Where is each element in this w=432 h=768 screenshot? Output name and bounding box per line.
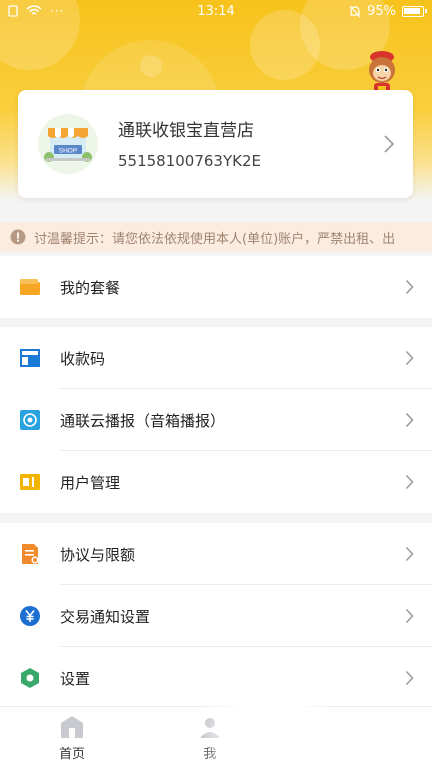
notice-text: 讨温馨提示：请您依法依规使用本人(单位)账户，严禁出租、出 [34,231,396,247]
chevron-right-icon [405,279,414,295]
menu-label: 设置 [60,669,91,688]
chevron-right-icon [405,670,414,686]
document-icon [22,544,39,564]
menu-item-agreement-limits[interactable]: 协议与限额 [0,523,432,585]
package-folder-icon [20,279,40,295]
yuan-coin-icon [20,606,40,626]
store-logo: SHOP [38,114,98,174]
store-name: 通联收银宝直营店 [118,121,254,141]
settings-hex-icon [21,668,39,688]
notice-banner[interactable]: 讨温馨提示：请您依法依规使用本人(单位)账户，严禁出租、出 [0,222,432,252]
shop-sign: SHOP [59,148,77,155]
user-card-icon [20,474,40,490]
menu-item-settings[interactable]: 设置 [0,647,432,709]
store-card[interactable]: SHOP 通联收银宝直营店 55158100763YK2E [18,90,413,198]
menu-label: 协议与限额 [60,545,136,564]
status-bar: ··· 13:14 95% [0,0,432,24]
menu-group-2: 收款码 通联云播报（音箱播报） 用户管理 [0,327,432,513]
store-id: 55158100763YK2E [118,152,261,170]
chevron-right-icon [405,474,414,490]
speaker-icon [20,410,40,430]
menu-item-cloud-speaker[interactable]: 通联云播报（音箱播报） [0,389,432,451]
chevron-right-icon [384,135,395,153]
home-icon [61,716,83,738]
menu-item-my-package[interactable]: 我的套餐 [0,256,432,318]
menu-label: 用户管理 [60,473,121,492]
chevron-right-icon [405,608,414,624]
tab-label: 首页 [58,747,85,762]
menu-label: 通联云播报（音箱播报） [60,411,226,430]
battery-percent: 95% [367,4,396,19]
menu-label: 交易通知设置 [60,607,151,626]
chevron-right-icon [405,546,414,562]
chevron-right-icon [405,350,414,366]
chevron-right-icon [405,412,414,428]
battery-icon [402,6,427,17]
menu-label: 我的套餐 [60,278,121,297]
shop-icon: SHOP [44,128,92,162]
menu-label: 收款码 [60,349,106,368]
menu-item-qrcode[interactable]: 收款码 [0,327,432,389]
silent-bell-icon [349,5,361,18]
screen-glare [205,706,325,768]
menu-group-3: 协议与限额 交易通知设置 设置 [0,523,432,709]
warning-circle-icon [10,229,26,245]
menu-group-1: 我的套餐 [0,256,432,318]
menu-item-user-management[interactable]: 用户管理 [0,451,432,513]
tab-home[interactable]: 首页 [22,707,122,768]
menu-item-transaction-notify[interactable]: 交易通知设置 [0,585,432,647]
qrcode-icon [20,349,40,367]
